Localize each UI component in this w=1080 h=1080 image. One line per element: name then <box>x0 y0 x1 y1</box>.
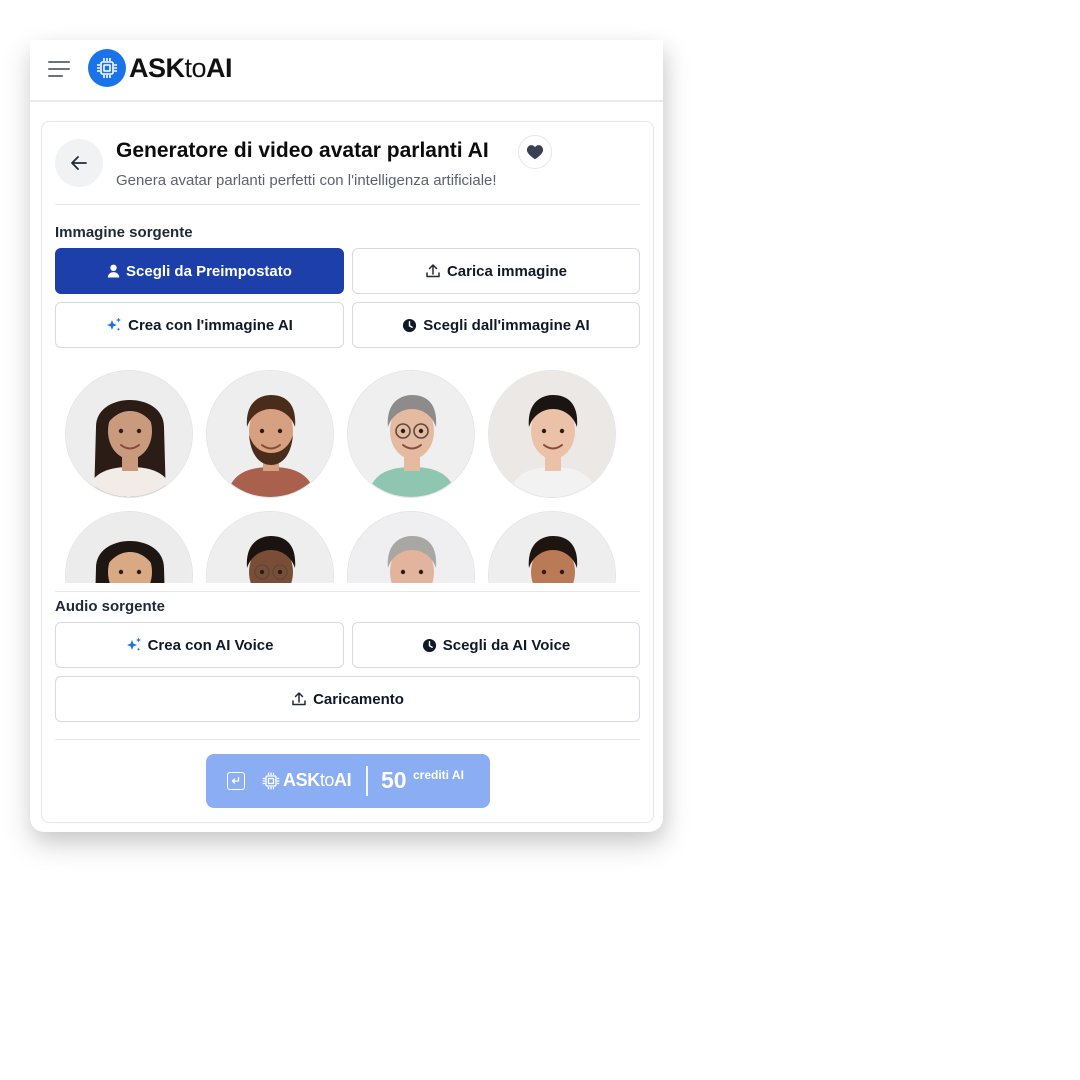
avatar-option[interactable] <box>347 511 475 583</box>
upload-icon <box>426 264 440 278</box>
clock-icon <box>422 638 436 652</box>
create-ai-image-button[interactable]: Crea con l'immagine AI <box>55 302 344 348</box>
generator-card: Generatore di video avatar parlanti AI G… <box>41 121 654 823</box>
brand-name: ASKtoAI <box>283 770 352 790</box>
choose-ai-image-button[interactable]: Scegli dall'immagine AI <box>352 302 640 348</box>
separator <box>366 766 368 796</box>
credit-amount: 50 <box>381 767 407 793</box>
user-icon <box>107 264 120 278</box>
page-subtitle: Genera avatar parlanti perfetti con l'in… <box>116 172 497 189</box>
chip-icon <box>262 772 280 789</box>
divider <box>55 204 640 205</box>
brand-name: ASKtoAI <box>129 52 233 83</box>
enter-key-icon <box>227 772 245 790</box>
heart-icon <box>526 145 544 160</box>
create-ai-voice-button[interactable]: Crea con AI Voice <box>55 622 344 668</box>
upload-audio-button[interactable]: Caricamento <box>55 676 640 722</box>
chip-icon <box>88 49 126 87</box>
generate-button[interactable]: ASKtoAI 50 crediti AI <box>206 754 490 808</box>
image-source-label: Immagine sorgente <box>55 224 193 241</box>
app-window: ASKtoAI Generatore di video avatar parla… <box>30 40 663 832</box>
preset-button[interactable]: Scegli da Preimpostato <box>55 248 344 294</box>
credit-unit: crediti AI <box>413 768 464 782</box>
back-button[interactable] <box>55 139 103 187</box>
avatar-option[interactable] <box>488 511 616 583</box>
upload-icon <box>292 692 306 706</box>
avatar-option[interactable] <box>206 511 334 583</box>
page-title: Generatore di video avatar parlanti AI <box>116 139 489 162</box>
avatar-option[interactable] <box>65 511 193 583</box>
arrow-left-icon <box>71 156 87 170</box>
menu-icon[interactable] <box>48 60 70 78</box>
clock-icon <box>403 318 417 332</box>
avatar-option[interactable] <box>65 370 193 498</box>
avatar-option[interactable] <box>206 370 334 498</box>
top-bar: ASKtoAI <box>30 40 663 102</box>
upload-image-button[interactable]: Carica immagine <box>352 248 640 294</box>
divider <box>55 591 640 592</box>
sparkle-icon <box>107 317 122 331</box>
avatar-option[interactable] <box>347 370 475 498</box>
audio-source-label: Audio sorgente <box>55 598 166 615</box>
favorite-button[interactable] <box>518 135 552 169</box>
brand-logo-small: ASKtoAI <box>261 770 352 791</box>
sparkle-icon <box>126 637 141 651</box>
choose-ai-voice-button[interactable]: Scegli da AI Voice <box>352 622 640 668</box>
avatar-grid <box>55 366 640 583</box>
divider <box>55 739 640 740</box>
avatar-option[interactable] <box>488 370 616 498</box>
brand-logo[interactable]: ASKtoAI <box>88 49 233 87</box>
